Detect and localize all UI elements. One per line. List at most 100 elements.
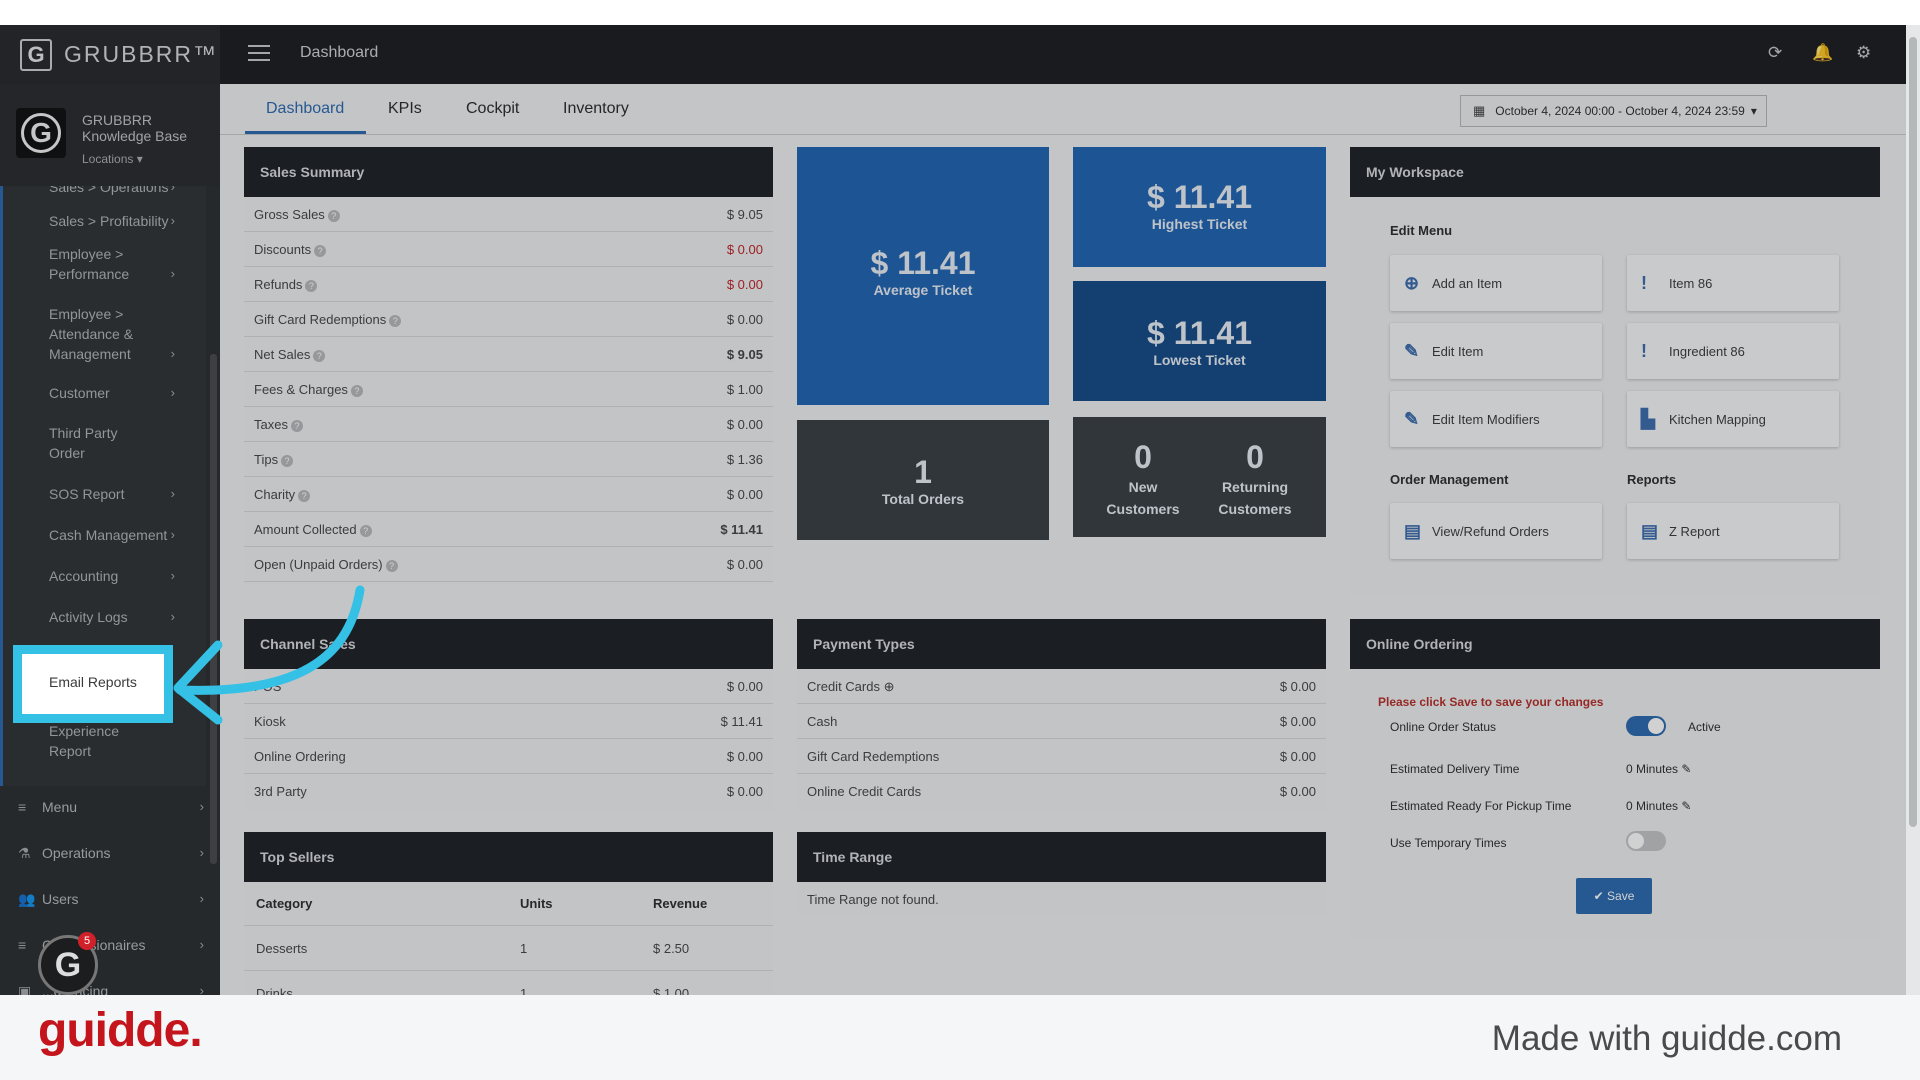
kitchen-mapping-button[interactable]: ▙ Kitchen Mapping: [1627, 391, 1839, 447]
sidebar-item-email-reports[interactable]: Email Reports: [13, 645, 173, 723]
table-row: Amount Collected? $ 11.41: [244, 512, 773, 547]
lowest-ticket-tile: $ 11.41 Lowest Ticket: [1073, 281, 1326, 401]
building-icon: ▙: [1641, 408, 1655, 429]
highest-ticket-tile: $ 11.41 Highest Ticket: [1073, 147, 1326, 267]
table-row: Net Sales? $ 9.05: [244, 337, 773, 372]
add-item-button[interactable]: ⊕ Add an Item: [1390, 255, 1602, 311]
top-sellers-panel: Top Sellers Category Units Revenue Desse…: [244, 832, 773, 995]
flask-icon: ⚗: [18, 845, 31, 861]
exclamation-icon: !: [1641, 272, 1647, 293]
refresh-icon[interactable]: ⟳: [1768, 43, 1782, 63]
brand[interactable]: G GRUBBRR™: [0, 25, 220, 84]
date-range-picker[interactable]: ▦ October 4, 2024 00:00 - October 4, 202…: [1460, 95, 1767, 127]
help-icon[interactable]: ?: [313, 350, 326, 362]
help-icon[interactable]: ?: [350, 385, 363, 397]
table-row: Open (Unpaid Orders)? $ 0.00: [244, 547, 773, 582]
table-header: Category Units Revenue: [244, 882, 773, 926]
pickup-time-value: 0 Minutes ✎: [1626, 799, 1692, 813]
sidebar-item-sos-report[interactable]: SOS Report ›: [49, 484, 189, 504]
tab-inventory[interactable]: Inventory: [563, 100, 629, 118]
sidebar-item-third-party-order[interactable]: Third Party Order: [49, 423, 139, 463]
chevron-right-icon: ›: [170, 213, 175, 228]
caret-down-icon: ▾: [1750, 104, 1757, 118]
panel-title: Time Range: [797, 832, 1326, 882]
sidebar-item-sales-profitability[interactable]: Sales > Profitability ›: [49, 211, 189, 231]
chevron-right-icon: ›: [199, 799, 204, 814]
tabs-divider: [220, 134, 1920, 135]
table-row: Refunds? $ 0.00: [244, 267, 773, 302]
help-icon[interactable]: ?: [281, 455, 294, 467]
guidde-footer: guidde. Made with guidde.com: [0, 995, 1920, 1080]
temporary-times-toggle[interactable]: [1626, 831, 1666, 851]
edit-modifiers-button[interactable]: ✎ Edit Item Modifiers: [1390, 391, 1602, 447]
status-value: Active: [1688, 720, 1721, 734]
item86-button[interactable]: ! Item 86: [1627, 255, 1839, 311]
table-row: Cash $ 0.00: [797, 704, 1326, 739]
list-icon: ≡: [18, 799, 27, 815]
online-order-status-toggle[interactable]: [1626, 716, 1666, 736]
chevron-right-icon: ›: [170, 346, 175, 361]
help-icon[interactable]: ?: [385, 560, 398, 572]
sidebar-item-users[interactable]: 👥 Users ›: [18, 891, 208, 908]
sidebar-item-operations[interactable]: ⚗ Operations ›: [18, 845, 208, 862]
ingredient86-button[interactable]: ! Ingredient 86: [1627, 323, 1839, 379]
sidebar-item-menu[interactable]: ≡ Menu ›: [18, 799, 208, 815]
page-scrollbar[interactable]: [1906, 25, 1920, 995]
view-refund-orders-button[interactable]: ▤ View/Refund Orders: [1390, 503, 1602, 559]
chevron-right-icon: ›: [199, 983, 204, 995]
sidebar-item-employee-performance[interactable]: Employee > Performance ›: [49, 244, 175, 284]
tab-kpis[interactable]: KPIs: [388, 100, 422, 118]
edit-item-button[interactable]: ✎ Edit Item: [1390, 323, 1602, 379]
panel-title: My Workspace: [1350, 147, 1880, 197]
hamburger-menu-icon[interactable]: [248, 45, 270, 63]
sidebar-item-customer[interactable]: Customer ›: [49, 383, 189, 403]
table-row: Tips? $ 1.36: [244, 442, 773, 477]
panel-title: Sales Summary: [244, 147, 773, 197]
table-row: Online Ordering $ 0.00: [244, 739, 773, 774]
edit-menu-label: Edit Menu: [1390, 223, 1453, 238]
help-icon[interactable]: ?: [290, 420, 303, 432]
help-icon[interactable]: ?: [327, 210, 340, 222]
org-name: GRUBBRR Knowledge Base: [82, 112, 188, 144]
table-row: Gift Card Redemptions $ 0.00: [797, 739, 1326, 774]
pencil-icon[interactable]: ✎: [1681, 799, 1691, 813]
delivery-time-label: Estimated Delivery Time: [1390, 762, 1520, 776]
calendar-icon: ▦: [1473, 103, 1486, 118]
help-icon[interactable]: ?: [389, 315, 402, 327]
chevron-right-icon: ›: [170, 266, 175, 281]
help-icon[interactable]: ?: [359, 525, 372, 537]
profile-block: G GRUBBRR Knowledge Base Locations ▾: [0, 84, 220, 186]
time-range-message: Time Range not found.: [807, 892, 939, 907]
avatar: G: [16, 108, 66, 158]
locations-dropdown[interactable]: Locations ▾: [82, 152, 143, 166]
image-icon: ▣: [18, 983, 32, 995]
customers-tile: 0 New Customers 0 Returning Customers: [1073, 417, 1326, 537]
help-icon[interactable]: ?: [298, 490, 311, 502]
sidebar-item-employee-attendance[interactable]: Employee > Attendance & Management ›: [49, 304, 175, 364]
page-title: Dashboard: [300, 44, 379, 61]
chevron-right-icon: ›: [199, 937, 204, 952]
table-row: Fees & Charges? $ 1.00: [244, 372, 773, 407]
tab-cockpit[interactable]: Cockpit: [466, 100, 519, 118]
chevron-right-icon: ›: [170, 385, 175, 400]
bell-icon[interactable]: 🔔: [1812, 43, 1833, 63]
save-button[interactable]: ✔ Save: [1576, 878, 1652, 914]
z-report-button[interactable]: ▤ Z Report: [1627, 503, 1839, 559]
online-ordering-panel: Online Ordering Please click Save to sav…: [1350, 619, 1880, 939]
tab-dashboard[interactable]: Dashboard: [266, 100, 344, 118]
pencil-icon[interactable]: ✎: [1681, 762, 1691, 776]
table-row: Gift Card Redemptions? $ 0.00: [244, 302, 773, 337]
table-row: Charity? $ 0.00: [244, 477, 773, 512]
sidebar-item-sales-operations[interactable]: Sales > Operations ›: [49, 186, 189, 197]
order-management-label: Order Management: [1390, 472, 1509, 487]
sidebar: G GRUBBRR Knowledge Base Locations ▾ Sal…: [0, 84, 220, 995]
list-icon: ≡: [18, 937, 27, 953]
chevron-right-icon: ›: [199, 845, 204, 860]
plus-circle-icon[interactable]: ⊕: [884, 679, 895, 694]
help-icon[interactable]: ?: [305, 280, 318, 292]
sidebar-item-cash-management[interactable]: Cash Management ›: [49, 525, 189, 545]
pointer-arrow-icon: [173, 585, 365, 725]
gear-icon[interactable]: ⚙: [1856, 43, 1871, 63]
brand-name: GRUBBRR™: [64, 41, 219, 67]
help-icon[interactable]: ?: [314, 245, 327, 257]
